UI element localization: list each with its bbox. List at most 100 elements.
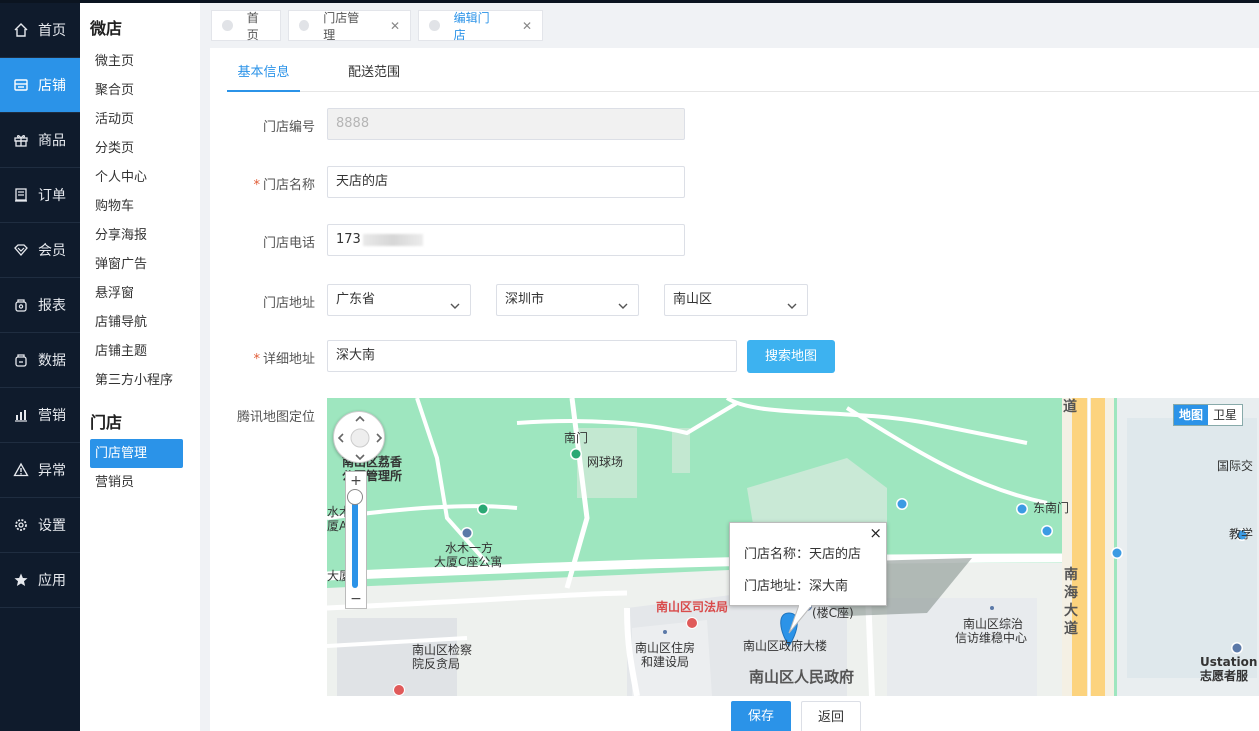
tab-store-manage[interactable]: 门店管理 ✕	[288, 10, 411, 42]
sidebar-item-store[interactable]: 店铺	[0, 58, 80, 113]
tab-basic-info[interactable]: 基本信息	[227, 58, 300, 92]
main-sidebar: 首页 店铺 商品 订单 会员 报表 数据 营销 异常 设置 应用	[0, 0, 80, 731]
map-pan-control[interactable]	[333, 411, 385, 463]
poi-petition-1: 南山区综治	[963, 617, 1024, 631]
info-store-name: 门店名称：天店的店	[744, 547, 862, 562]
sidebar-item-exceptions[interactable]: 异常	[0, 443, 80, 498]
sidebar-item-reports[interactable]: 报表	[0, 278, 80, 333]
secondary-menu: 微店 微主页 聚合页 活动页 分类页 个人中心 购物车 分享海报 弹窗广告 悬浮…	[80, 0, 200, 731]
member-icon	[12, 241, 30, 259]
info-store-address: 门店地址：深大南	[744, 579, 849, 594]
city-select[interactable]: 深圳市	[496, 284, 639, 316]
province-select[interactable]: 广东省	[327, 284, 471, 316]
required-mark: *	[253, 352, 260, 367]
edit-store-panel: 基本信息 配送范围 门店编号 8888 * 门店名称 天店的店 门店电话 173 …	[210, 48, 1259, 731]
submenu-item-miniprogram[interactable]: 第三方小程序	[80, 366, 200, 395]
poi-shuimu-c-1: 水木一方	[445, 541, 494, 555]
submenu-item-home[interactable]: 微主页	[80, 47, 200, 76]
store-name-field[interactable]: 天店的店	[327, 166, 685, 198]
submenu-item-popup-ad[interactable]: 弹窗广告	[80, 250, 200, 279]
tab-dot-icon	[299, 20, 310, 31]
sidebar-item-label: 数据	[38, 353, 66, 369]
map-info-window: × 门店名称：天店的店 门店地址：深大南	[729, 522, 887, 606]
form-tabs: 基本信息 配送范围	[227, 58, 1259, 92]
submenu-item-store-theme[interactable]: 店铺主题	[80, 337, 200, 366]
store-phone-label: 门店电话	[262, 236, 315, 251]
road-nanhai: 南海大道	[1064, 567, 1078, 637]
store-address-label: 门店地址	[262, 296, 315, 311]
detail-address-field[interactable]: 深大南	[327, 340, 737, 372]
form-row-detail-address: * 详细地址 深大南 搜索地图	[210, 340, 1259, 374]
close-icon[interactable]: ×	[869, 523, 882, 543]
sidebar-item-apps[interactable]: 应用	[0, 553, 80, 608]
zoom-track[interactable]	[352, 494, 358, 588]
poi-housing-2: 和建设局	[641, 655, 690, 669]
submenu-item-cart[interactable]: 购物车	[80, 192, 200, 221]
chevron-down-icon	[618, 293, 628, 323]
sidebar-item-members[interactable]: 会员	[0, 223, 80, 278]
poi-gov-building: 南山区政府大楼	[743, 639, 828, 653]
zoom-in-button[interactable]: +	[346, 473, 366, 489]
submenu-item-salesperson[interactable]: 营销员	[80, 468, 200, 497]
tencent-map[interactable]: 南门 网球场 南山区荔香 公园管理所 水木一 厦A座 水木一方 大厦C座公寓 大…	[327, 398, 1259, 696]
store-phone-field[interactable]: 173	[327, 224, 685, 256]
store-name-label: * 门店名称	[253, 178, 315, 193]
tab-label: 编辑门店	[453, 10, 490, 42]
search-map-button[interactable]: 搜索地图	[747, 340, 835, 373]
store-no-field: 8888	[327, 108, 685, 140]
poi-gov: 南山区人民政府	[749, 668, 855, 686]
poi-south-gate: 南门	[564, 431, 589, 445]
detail-address-label: * 详细地址	[253, 352, 315, 367]
map-type-satellite[interactable]: 卫星	[1208, 405, 1242, 425]
sidebar-item-data[interactable]: 数据	[0, 333, 80, 388]
submenu-item-poster[interactable]: 分享海报	[80, 221, 200, 250]
map-marker-icon[interactable]	[327, 398, 345, 416]
form-row-store-phone: 门店电话 173	[210, 224, 1259, 258]
submenu-item-store-manage[interactable]: 门店管理	[90, 439, 183, 468]
chevron-down-icon	[450, 293, 460, 323]
tab-home[interactable]: 首页	[211, 10, 281, 42]
sidebar-item-home[interactable]: 首页	[0, 3, 80, 58]
district-select[interactable]: 南山区	[664, 284, 808, 316]
close-icon[interactable]: ✕	[390, 19, 400, 33]
submenu-item-category[interactable]: 分类页	[80, 134, 200, 163]
poi-intl: 国际交	[1217, 459, 1254, 473]
submenu-item-aggregate[interactable]: 聚合页	[80, 76, 200, 105]
zoom-handle[interactable]	[347, 489, 363, 505]
sidebar-item-label: 营销	[38, 408, 66, 424]
poi-tennis-court: 网球场	[587, 455, 624, 469]
city-value: 深圳市	[505, 292, 545, 307]
star-icon	[12, 571, 30, 589]
submenu-item-activity[interactable]: 活动页	[80, 105, 200, 134]
sidebar-item-orders[interactable]: 订单	[0, 168, 80, 223]
marketing-icon	[12, 406, 30, 424]
gift-icon	[12, 131, 30, 149]
back-button[interactable]: 返回	[801, 701, 861, 731]
sidebar-item-marketing[interactable]: 营销	[0, 388, 80, 443]
poi-teach: 教学	[1229, 527, 1254, 541]
sidebar-item-label: 异常	[38, 463, 66, 479]
store-icon	[12, 76, 30, 94]
poi-housing-1: 南山区住房	[635, 641, 696, 655]
sidebar-item-settings[interactable]: 设置	[0, 498, 80, 553]
tab-label: 首页	[246, 10, 259, 42]
map-type-map[interactable]: 地图	[1173, 405, 1208, 425]
store-no-label: 门店编号	[262, 120, 315, 135]
form-row-store-no: 门店编号 8888	[210, 108, 1259, 142]
sidebar-item-goods[interactable]: 商品	[0, 113, 80, 168]
submenu-item-store-nav[interactable]: 店铺导航	[80, 308, 200, 337]
province-value: 广东省	[336, 292, 376, 307]
poi-shuimu-c-2: 大厦C座公寓	[434, 555, 503, 569]
tab-delivery-range[interactable]: 配送范围	[348, 58, 400, 92]
home-icon	[12, 21, 30, 39]
store-phone-value: 173	[336, 232, 361, 247]
submenu-item-profile[interactable]: 个人中心	[80, 163, 200, 192]
submenu-item-float-window[interactable]: 悬浮窗	[80, 279, 200, 308]
save-button[interactable]: 保存	[731, 701, 791, 731]
poi-procuratorate-2: 院反贪局	[412, 657, 461, 671]
road-dao: 道	[1063, 399, 1077, 415]
close-icon[interactable]: ✕	[522, 19, 532, 33]
zoom-out-button[interactable]: −	[346, 591, 366, 607]
tab-edit-store[interactable]: 编辑门店 ✕	[418, 10, 543, 42]
warning-icon	[12, 461, 30, 479]
